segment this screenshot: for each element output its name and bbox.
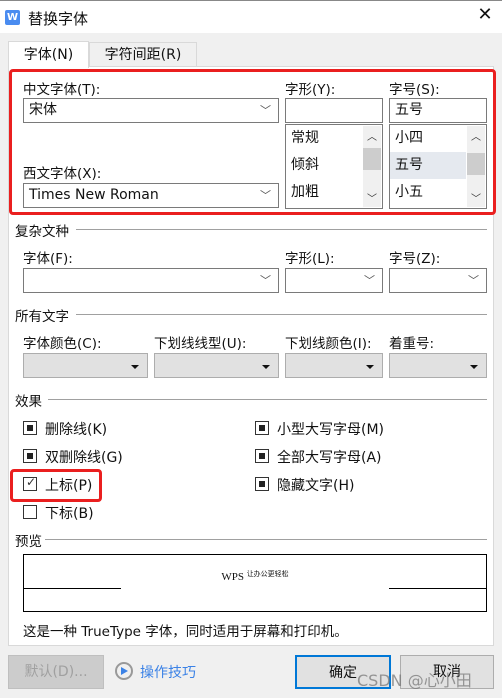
small-caps-checkbox[interactable] <box>255 421 269 435</box>
default-button[interactable]: 默认(D)... <box>8 655 104 689</box>
chevron-down-icon: ﹀ <box>260 274 271 287</box>
complex-font-label: 字体(F): <box>23 251 73 267</box>
baseline-left <box>24 588 121 589</box>
effects-section-title: 效果 <box>15 394 42 410</box>
all-caps-checkbox[interactable] <box>255 449 269 463</box>
scrollbar[interactable]: ︿ ﹀ <box>363 126 381 207</box>
highlight-box <box>10 469 102 502</box>
indeterminate-mark <box>259 453 265 459</box>
underline-color-label: 下划线颜色(I): <box>285 336 372 352</box>
scrollbar[interactable]: ︿ ﹀ <box>467 126 485 207</box>
scroll-up-icon[interactable]: ︿ <box>467 128 485 143</box>
strikethrough-checkbox[interactable] <box>23 421 37 435</box>
indeterminate-mark <box>27 453 33 459</box>
size-label: 字号(S): <box>389 82 440 98</box>
font-description: 这是一种 TrueType 字体，同时适用于屏幕和打印机。 <box>23 624 348 640</box>
all-caps-label[interactable]: 全部大写字母(A) <box>277 447 382 467</box>
chevron-down-icon: ﹀ <box>468 274 479 287</box>
chevron-down-icon: ﹀ <box>260 104 271 117</box>
west-font-value: Times New Roman <box>29 187 159 203</box>
tab-font[interactable]: 字体(N) <box>8 41 89 68</box>
scroll-thumb[interactable] <box>467 153 485 175</box>
wps-logo-icon: W <box>5 10 20 25</box>
style-label: 字形(Y): <box>285 82 336 98</box>
indeterminate-mark <box>27 425 33 431</box>
complex-size-label: 字号(Z): <box>389 251 441 267</box>
divider <box>76 229 487 230</box>
small-caps-label[interactable]: 小型大写字母(M) <box>277 419 384 439</box>
font-color-label: 字体颜色(C): <box>23 336 102 352</box>
preview-section-title: 预览 <box>15 534 42 550</box>
play-icon[interactable] <box>115 662 133 680</box>
strikethrough-label[interactable]: 删除线(K) <box>45 419 107 439</box>
scroll-down-icon[interactable]: ﹀ <box>363 190 381 205</box>
dropdown-arrow-icon <box>470 365 478 369</box>
watermark: CSDN @心小田 <box>357 671 472 690</box>
scroll-down-icon[interactable]: ﹀ <box>467 190 485 205</box>
underline-style-label: 下划线线型(U): <box>154 336 247 352</box>
size-input[interactable]: 五号 <box>389 98 487 123</box>
double-strikethrough-label[interactable]: 双删除线(G) <box>45 447 123 467</box>
preview-sample: WPS 让办公更轻松 <box>24 569 486 583</box>
all-text-section-title: 所有文字 <box>15 309 69 325</box>
divider <box>76 314 487 315</box>
double-strikethrough-checkbox[interactable] <box>23 449 37 463</box>
chevron-down-icon: ﹀ <box>364 274 375 287</box>
subscript-checkbox[interactable] <box>23 505 37 519</box>
indeterminate-mark <box>259 425 265 431</box>
cn-font-label: 中文字体(T): <box>23 82 101 98</box>
scroll-up-icon[interactable]: ︿ <box>363 128 381 143</box>
complex-font-combo[interactable]: ﹀ <box>23 268 279 293</box>
hidden-checkbox[interactable] <box>255 477 269 491</box>
subscript-label[interactable]: 下标(B) <box>45 503 94 523</box>
complex-style-label: 字形(L): <box>285 251 335 267</box>
complex-section-title: 复杂文种 <box>15 224 69 240</box>
divider <box>48 399 487 400</box>
complex-style-combo[interactable]: ﹀ <box>285 268 383 293</box>
close-icon[interactable]: ✕ <box>474 4 496 25</box>
cn-font-value: 宋体 <box>29 102 57 118</box>
scroll-thumb[interactable] <box>363 148 381 170</box>
emphasis-label: 着重号: <box>389 336 435 352</box>
divider <box>45 539 487 540</box>
indeterminate-mark <box>259 481 265 487</box>
chevron-down-icon: ﹀ <box>260 189 271 202</box>
tips-link[interactable]: 操作技巧 <box>140 662 196 682</box>
dropdown-arrow-icon <box>262 365 270 369</box>
underline-color-dropdown[interactable] <box>285 353 383 378</box>
preview-main-text: WPS <box>221 571 244 583</box>
dropdown-arrow-icon <box>366 365 374 369</box>
font-color-dropdown[interactable] <box>23 353 148 378</box>
west-font-combo[interactable]: Times New Roman ﹀ <box>23 183 279 208</box>
complex-size-combo[interactable]: ﹀ <box>389 268 487 293</box>
preview-superscript-text: 让办公更轻松 <box>246 570 289 578</box>
emphasis-dropdown[interactable] <box>389 353 487 378</box>
underline-style-dropdown[interactable] <box>154 353 279 378</box>
cn-font-combo[interactable]: 宋体 ﹀ <box>23 98 279 123</box>
size-list[interactable]: 小四 五号 小五 ︿ ﹀ <box>389 124 487 209</box>
tab-char-spacing[interactable]: 字符间距(R) <box>89 42 197 66</box>
dialog-title: 替换字体 <box>28 10 89 28</box>
style-list[interactable]: 常规 倾斜 加粗 ︿ ﹀ <box>285 124 383 209</box>
style-input[interactable] <box>285 98 383 123</box>
list-item-selected[interactable]: 五号 <box>390 152 466 179</box>
baseline-right <box>389 588 486 589</box>
dropdown-arrow-icon <box>131 365 139 369</box>
hidden-label[interactable]: 隐藏文字(H) <box>277 475 354 495</box>
west-font-label: 西文字体(X): <box>23 166 102 182</box>
preview-box: WPS 让办公更轻松 <box>23 554 487 612</box>
